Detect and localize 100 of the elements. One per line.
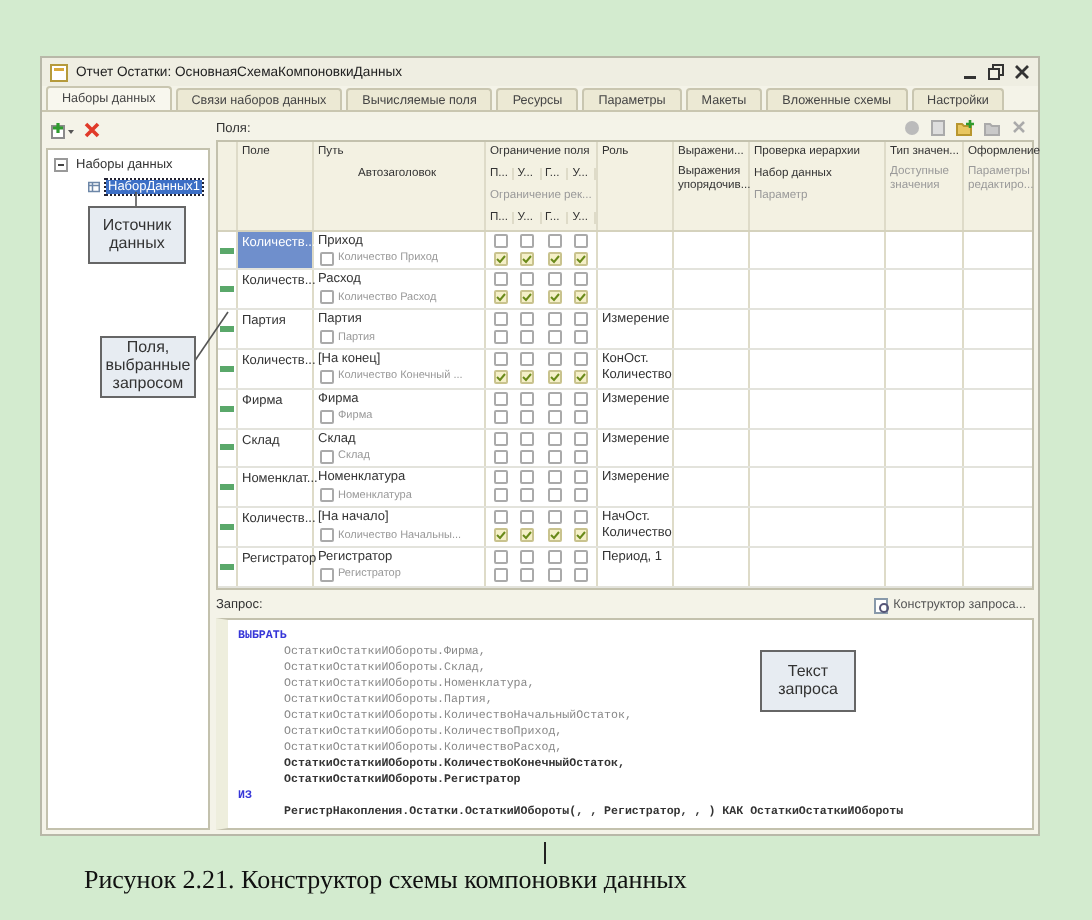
checkbox[interactable] [547, 391, 562, 406]
checkbox[interactable] [547, 351, 562, 366]
checkbox[interactable] [493, 488, 508, 503]
checkbox[interactable] [547, 233, 562, 248]
checkbox[interactable] [547, 449, 562, 464]
checkbox[interactable] [520, 312, 535, 327]
checkbox[interactable] [520, 272, 535, 287]
checkbox[interactable] [320, 528, 334, 543]
checkbox[interactable] [493, 409, 508, 424]
checkbox[interactable] [320, 290, 334, 305]
checkbox[interactable] [493, 369, 508, 384]
checkbox[interactable] [493, 330, 508, 345]
checkbox[interactable] [520, 449, 535, 464]
checkbox[interactable] [520, 330, 535, 345]
checkbox[interactable] [520, 351, 535, 366]
checkbox[interactable] [547, 549, 562, 564]
leader-line [193, 311, 229, 363]
checkbox[interactable] [493, 567, 508, 582]
checkbox[interactable] [520, 470, 535, 485]
checkbox[interactable] [493, 251, 508, 266]
figure-caption: Рисунок 2.21. Конструктор схемы компоновки данных [84, 864, 687, 896]
checkbox[interactable] [493, 470, 508, 485]
checkbox[interactable] [320, 251, 334, 266]
field-icon [220, 484, 234, 491]
checkbox[interactable] [574, 549, 589, 564]
checkbox[interactable] [574, 391, 589, 406]
add-icon[interactable] [50, 121, 76, 139]
document-icon[interactable] [930, 120, 946, 137]
checkbox[interactable] [520, 528, 535, 543]
checkbox[interactable] [520, 233, 535, 248]
checkbox[interactable] [493, 272, 508, 287]
checkbox[interactable] [547, 330, 562, 345]
checkbox[interactable] [520, 290, 535, 305]
checkbox[interactable] [547, 312, 562, 327]
circle-icon[interactable] [904, 120, 920, 137]
checkbox[interactable] [574, 567, 589, 582]
checkbox[interactable] [320, 449, 334, 464]
checkbox[interactable] [547, 431, 562, 446]
checkbox[interactable] [547, 409, 562, 424]
checkbox[interactable] [574, 431, 589, 446]
checkbox[interactable] [547, 488, 562, 503]
checkbox[interactable] [574, 251, 589, 266]
checkbox[interactable] [320, 567, 334, 582]
checkbox[interactable] [493, 391, 508, 406]
checkbox[interactable] [574, 488, 589, 503]
checkbox[interactable] [574, 449, 589, 464]
delete-icon[interactable] [1012, 120, 1026, 135]
checkbox[interactable] [547, 567, 562, 582]
field-icon [220, 286, 234, 293]
checkbox[interactable] [493, 290, 508, 305]
callout-label: Поля, выбранные запросом [100, 336, 196, 398]
checkbox[interactable] [493, 449, 508, 464]
checkbox[interactable] [547, 290, 562, 305]
checkbox[interactable] [574, 510, 589, 525]
checkbox[interactable] [547, 369, 562, 384]
checkbox[interactable] [547, 528, 562, 543]
checkbox[interactable] [320, 330, 334, 345]
checkbox[interactable] [547, 251, 562, 266]
checkbox[interactable] [574, 290, 589, 305]
query-editor[interactable] [216, 618, 1034, 830]
checkbox[interactable] [574, 312, 589, 327]
query-icon [873, 597, 890, 614]
checkbox[interactable] [520, 369, 535, 384]
checkbox[interactable] [547, 470, 562, 485]
checkbox[interactable] [547, 510, 562, 525]
checkbox[interactable] [520, 251, 535, 266]
checkbox[interactable] [574, 528, 589, 543]
checkbox[interactable] [493, 528, 508, 543]
checkbox[interactable] [574, 233, 589, 248]
checkbox[interactable] [574, 470, 589, 485]
checkbox[interactable] [520, 431, 535, 446]
add-folder-icon[interactable] [956, 120, 974, 137]
checkbox[interactable] [493, 351, 508, 366]
checkbox[interactable] [493, 510, 508, 525]
checkbox[interactable] [493, 312, 508, 327]
checkbox[interactable] [493, 549, 508, 564]
callout-label: Источник данных [88, 206, 186, 264]
checkbox[interactable] [574, 330, 589, 345]
checkbox[interactable] [574, 272, 589, 287]
checkbox[interactable] [574, 409, 589, 424]
delete-icon[interactable] [84, 122, 100, 138]
checkbox[interactable] [520, 567, 535, 582]
checkbox[interactable] [520, 488, 535, 503]
checkbox[interactable] [493, 431, 508, 446]
collapse-icon[interactable] [54, 157, 68, 171]
checkbox[interactable] [520, 391, 535, 406]
restore-icon[interactable] [988, 64, 1004, 80]
checkbox[interactable] [574, 351, 589, 366]
field-icon [220, 365, 234, 372]
checkbox[interactable] [574, 369, 589, 384]
checkbox[interactable] [320, 369, 334, 384]
checkbox[interactable] [493, 233, 508, 248]
close-icon[interactable] [1014, 64, 1030, 80]
checkbox[interactable] [520, 510, 535, 525]
checkbox[interactable] [547, 272, 562, 287]
checkbox[interactable] [320, 409, 334, 424]
checkbox[interactable] [520, 409, 535, 424]
field-icon [220, 563, 234, 570]
checkbox[interactable] [320, 488, 334, 503]
checkbox[interactable] [520, 549, 535, 564]
